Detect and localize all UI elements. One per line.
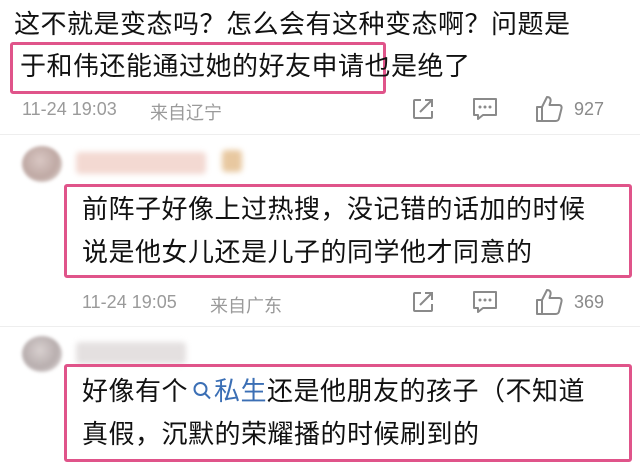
share-icon <box>413 292 433 312</box>
comment-2-badge-blurred <box>222 150 242 172</box>
comment-1-like-button[interactable]: 927 <box>534 94 604 124</box>
comment-2-location: 来自广东 <box>210 296 282 316</box>
comment-1-location: 来自辽宁 <box>150 103 222 123</box>
comment-2-timestamp: 11-24 19:05 <box>82 292 177 312</box>
like-icon <box>536 96 563 122</box>
comment-2-avatar <box>22 146 62 182</box>
share-icon <box>413 99 433 119</box>
comment-3-text-prefix: 好像有个 <box>82 377 189 407</box>
comment-3-text-line-2: 真假，沉默的荣耀播的时候刷到的 <box>82 420 480 450</box>
comment-2-comment-button[interactable] <box>471 289 499 315</box>
divider-2 <box>0 326 640 327</box>
comment-3-topic-label: 私生 <box>214 377 268 407</box>
search-icon <box>193 382 211 400</box>
comment-3-topic-link[interactable]: 私生 <box>188 377 267 407</box>
comment-3-username-blurred <box>76 342 186 364</box>
comment-2-share-button[interactable] <box>410 289 436 315</box>
comment-2-like-button[interactable]: 369 <box>534 287 604 317</box>
comment-1-like-count: 927 <box>574 98 605 119</box>
comment-1-text-line-2: 于和伟还能通过她的好友申请也是绝了 <box>20 52 471 82</box>
comment-2-text-line-2: 说是他女儿还是儿子的同学他才同意的 <box>82 238 533 268</box>
comment-2-like-count: 369 <box>574 291 605 312</box>
comment-1-share-button[interactable] <box>410 96 436 122</box>
comment-icon <box>473 98 497 120</box>
comment-1-timestamp: 11-24 19:03 <box>22 99 117 119</box>
comment-2-username-blurred <box>76 152 206 174</box>
comment-2-text-line-1: 前阵子好像上过热搜，没记错的话加的时候 <box>82 195 586 225</box>
like-icon <box>536 289 563 315</box>
comment-icon <box>473 291 497 313</box>
comment-3-text-line-1: 好像有个 私生还是他朋友的孩子（不知道 <box>82 375 585 409</box>
comment-3-avatar <box>22 336 62 372</box>
comment-3-text-suffix: 还是他朋友的孩子（不知道 <box>267 377 586 407</box>
comment-1-comment-button[interactable] <box>471 96 499 122</box>
comment-1-text-line-1: 这不就是变态吗？怎么会有这种变态啊？问题是 <box>14 10 571 40</box>
divider-1 <box>0 134 640 135</box>
